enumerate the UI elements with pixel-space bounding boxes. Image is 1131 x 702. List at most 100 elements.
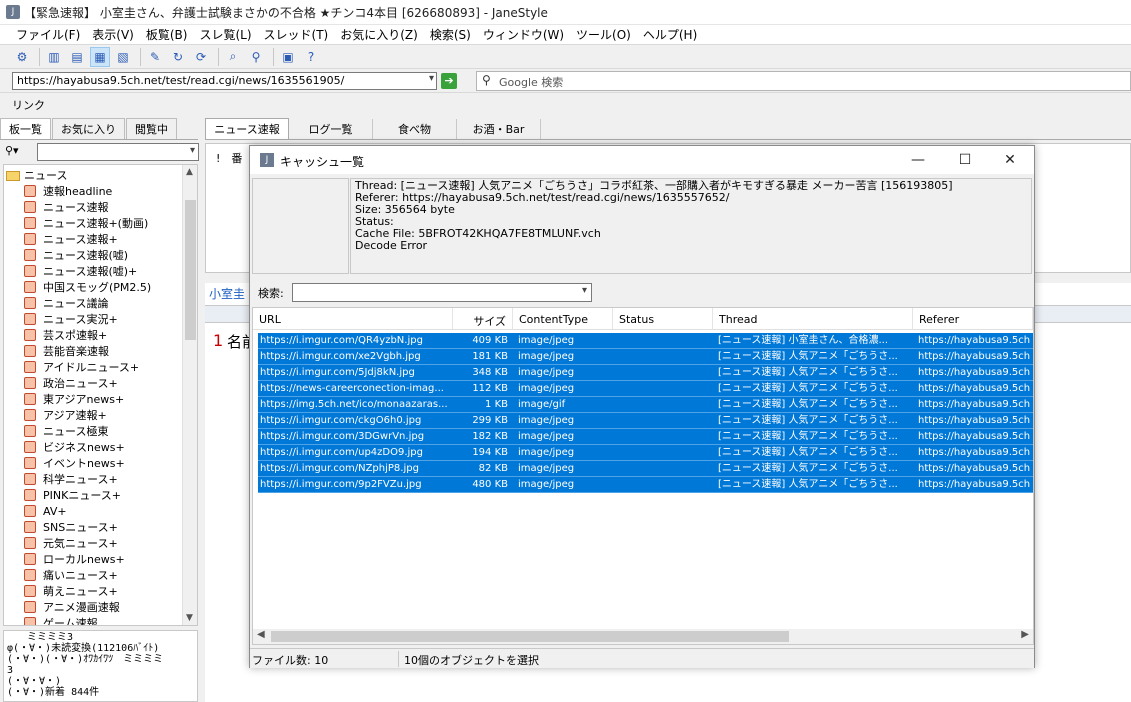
board-item[interactable]: ローカルnews+ [24, 551, 151, 567]
chevron-left-icon[interactable]: ◀ [257, 629, 265, 640]
board-item[interactable]: ニュース速報 [24, 199, 151, 215]
url-input[interactable]: https://hayabusa9.5ch.net/test/read.cgi/… [12, 72, 437, 90]
menu-thread[interactable]: スレッド(T) [258, 26, 335, 43]
table-row[interactable]: https://i.imgur.com/3DGwrVn.jpg 182 KB ima… [258, 429, 1033, 445]
board-item[interactable]: ニュース速報(嘘)+ [24, 263, 151, 279]
board-item[interactable]: 科学ニュース+ [24, 471, 151, 487]
board-item[interactable]: ビジネスnews+ [24, 439, 151, 455]
board-item[interactable]: 元気ニュース+ [24, 535, 151, 551]
tab-favorites[interactable]: お気に入り [52, 118, 125, 139]
menu-tools[interactable]: ツール(O) [570, 26, 637, 43]
board-item[interactable]: ニュース極東 [24, 423, 151, 439]
board-label: 中国スモッグ(PM2.5) [43, 281, 152, 294]
board-item[interactable]: AV+ [24, 503, 151, 519]
google-search-input[interactable]: ⚲ Google 検索 [476, 71, 1131, 91]
image-icon[interactable]: ▣ [278, 47, 298, 67]
table-row[interactable]: https://i.imgur.com/xe2Vgbh.jpg 181 KB ima… [258, 349, 1033, 365]
board-item[interactable]: 速報headline [24, 183, 151, 199]
column-thread[interactable]: Thread [713, 308, 913, 329]
menu-help[interactable]: ヘルプ(H) [637, 26, 703, 43]
board-item[interactable]: ニュース速報+(動画) [24, 215, 151, 231]
find-icon[interactable]: ⌕ [223, 47, 243, 67]
chevron-down-icon[interactable]: ▾ [190, 145, 195, 156]
column-status[interactable]: Status [613, 308, 713, 329]
chevron-down-icon[interactable]: ▾ [582, 285, 587, 296]
scrollbar-thumb[interactable] [185, 200, 196, 340]
board-item[interactable]: PINKニュース+ [24, 487, 151, 503]
menu-window[interactable]: ウィンドウ(W) [477, 26, 570, 43]
board-item[interactable]: ニュース速報+ [24, 231, 151, 247]
menu-search[interactable]: 検索(S) [424, 26, 477, 43]
menu-favorites[interactable]: お気に入り(Z) [334, 26, 424, 43]
post-number[interactable]: 1 [213, 331, 223, 350]
board-label: AV+ [43, 504, 67, 518]
board-item[interactable]: ニュース速報(嘘) [24, 247, 151, 263]
tab-alcohol-bar[interactable]: お酒・Bar [457, 119, 541, 139]
tab-browsing[interactable]: 閲覧中 [126, 118, 177, 139]
board-item[interactable]: イベントnews+ [24, 455, 151, 471]
table-row[interactable]: https://i.imgur.com/NZphjP8.jpg 82 KB imag… [258, 461, 1033, 477]
layout-4-icon[interactable]: ▧ [113, 47, 133, 67]
column-content-type[interactable]: ContentType [513, 308, 613, 329]
cache-search-input[interactable]: ▾ [292, 283, 592, 302]
board-item[interactable]: 中国スモッグ(PM2.5) [24, 279, 151, 295]
column-size[interactable]: サイズ [453, 308, 513, 329]
layout-2-icon[interactable]: ▤ [67, 47, 87, 67]
tab-news[interactable]: ニュース速報 [205, 118, 289, 139]
menu-board[interactable]: 板覧(B) [140, 26, 194, 43]
board-item[interactable]: ゲーム速報 [24, 615, 151, 625]
board-item[interactable]: アニメ漫画速報 [24, 599, 151, 615]
column-referer[interactable]: Referer [913, 308, 1033, 329]
menu-file[interactable]: ファイル(F) [10, 26, 86, 43]
board-item[interactable]: 芸スポ速報+ [24, 327, 151, 343]
refresh-all-icon[interactable]: ⟳ [191, 47, 211, 67]
toolbar: ⚙ ▥ ▤ ▦ ▧ ✎ ↻ ⟳ ⌕ ⚲ ▣ ? [0, 44, 1131, 68]
table-hscrollbar[interactable]: ◀ ▶ [253, 629, 1033, 644]
board-item[interactable]: アイドルニュース+ [24, 359, 151, 375]
refresh-icon[interactable]: ↻ [168, 47, 188, 67]
board-item[interactable]: 東アジアnews+ [24, 391, 151, 407]
search-icon[interactable]: ⚲ [246, 47, 266, 67]
filter-search-icon[interactable]: ⚲▾ [5, 144, 19, 157]
table-row[interactable]: https://i.imgur.com/9p2FVZu.jpg 480 KB ima… [258, 477, 1033, 493]
board-item[interactable]: 芸能音楽速報 [24, 343, 151, 359]
write-icon[interactable]: ✎ [145, 47, 165, 67]
table-row[interactable]: https://i.imgur.com/up4zDO9.jpg 194 KB ima… [258, 445, 1033, 461]
board-item[interactable]: SNSニュース+ [24, 519, 151, 535]
board-item[interactable]: ニュース実況+ [24, 311, 151, 327]
table-row[interactable]: https://i.imgur.com/5Jdj8kN.jpg 348 KB ima… [258, 365, 1033, 381]
minimize-button[interactable]: — [896, 148, 940, 172]
table-row[interactable]: https://news-careerconection-imag... 112 … [258, 381, 1033, 397]
tab-log-list[interactable]: ログ一覧 [289, 119, 373, 139]
tree-scrollbar[interactable]: ▲ ▼ [182, 165, 197, 625]
board-item[interactable]: ニュース議論 [24, 295, 151, 311]
tree-root-news[interactable]: ニュース [6, 167, 67, 183]
help-icon[interactable]: ? [301, 47, 321, 67]
menu-view[interactable]: 表示(V) [86, 26, 140, 43]
board-item[interactable]: 痛いニュース+ [24, 567, 151, 583]
column-url[interactable]: URL [253, 308, 453, 329]
board-item[interactable]: 政治ニュース+ [24, 375, 151, 391]
chevron-right-icon[interactable]: ▶ [1021, 629, 1029, 640]
board-item[interactable]: 萌えニュース+ [24, 583, 151, 599]
chevron-up-icon[interactable]: ▲ [186, 167, 193, 177]
chevron-down-icon[interactable]: ▾ [429, 73, 434, 84]
thread-tab[interactable]: 小室圭 [209, 285, 245, 302]
scrollbar-thumb[interactable] [271, 631, 789, 642]
table-row[interactable]: https://img.5ch.net/ico/monaazaras... 1 K… [258, 397, 1033, 413]
chevron-down-icon[interactable]: ▼ [186, 613, 193, 623]
go-button[interactable]: ➔ [441, 73, 457, 89]
maximize-button[interactable]: ☐ [943, 148, 987, 172]
layout-3-icon[interactable]: ▦ [90, 46, 110, 67]
layout-1-icon[interactable]: ▥ [44, 47, 64, 67]
menu-thread-list[interactable]: スレ覧(L) [193, 26, 257, 43]
board-filter-input[interactable]: ▾ [37, 143, 199, 161]
table-row[interactable]: https://i.imgur.com/ckgO6h0.jpg 299 KB ima… [258, 413, 1033, 429]
tab-board-list[interactable]: 板一覧 [0, 118, 51, 139]
close-button[interactable]: ✕ [988, 148, 1032, 172]
board-item[interactable]: アジア速報+ [24, 407, 151, 423]
tab-food[interactable]: 食べ物 [373, 119, 457, 139]
settings-tool-icon[interactable]: ⚙ [12, 47, 32, 67]
board-tree: ニュース 速報headline ニュース速報 ニュース速報+(動画) ニュース速… [3, 164, 198, 626]
table-row[interactable]: https://i.imgur.com/QR4yzbN.jpg 409 KB ima… [258, 333, 1033, 349]
